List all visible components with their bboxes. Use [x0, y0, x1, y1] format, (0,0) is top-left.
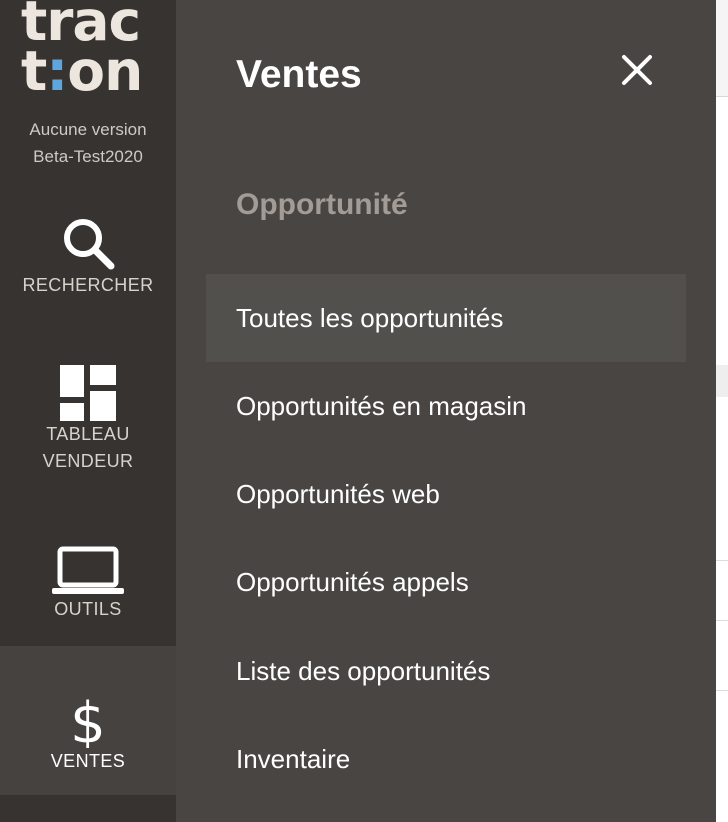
menu-item-liste-des-opportunites[interactable]: Liste des opportunités [206, 627, 686, 715]
close-icon [622, 55, 652, 85]
version-label: Aucune version [29, 120, 147, 139]
sidebar-item-label: RECHERCHER [22, 275, 154, 295]
sidebar-item-label: VENDEUR [42, 451, 134, 471]
panel-title: Ventes [236, 53, 362, 96]
menu-item-toutes-les-opportunites[interactable]: Toutes les opportunités [206, 274, 686, 362]
menu-item-inventaire[interactable]: Inventaire [206, 715, 686, 803]
ventes-menu-panel: Ventes Opportunité Toutes les opportunit… [176, 0, 716, 822]
sidebar-item-label: OUTILS [54, 599, 122, 619]
background-page-row [716, 560, 728, 561]
sidebar-item-tableau-vendeur[interactable]: TABLEAU VENDEUR [0, 365, 176, 490]
background-page [716, 0, 728, 822]
menu-item-opportunites-en-magasin[interactable]: Opportunités en magasin [206, 362, 686, 450]
version-name: Beta-Test2020 [33, 147, 143, 166]
sidebar-rail: trac t:on Aucune version Beta-Test2020 R… [0, 0, 176, 822]
search-icon [64, 219, 115, 270]
laptop-icon [52, 546, 124, 594]
sidebar-item-outils[interactable]: OUTILS [0, 546, 176, 632]
logo-colon: : [46, 39, 68, 103]
close-button[interactable] [617, 50, 657, 90]
sidebar-item-label: TABLEAU [46, 424, 130, 444]
background-page-row [716, 365, 728, 397]
menu-item-opportunites-web[interactable]: Opportunités web [206, 450, 686, 538]
background-page-row [716, 690, 728, 691]
sidebar-item-rechercher[interactable]: RECHERCHER [0, 214, 176, 314]
sidebar-item-ventes[interactable]: $ VENTES [0, 646, 176, 795]
dollar-icon: $ [70, 691, 106, 748]
svg-text:$: $ [70, 691, 106, 748]
section-title: Opportunité [236, 188, 408, 221]
logo-letters-on: on [67, 39, 143, 103]
logo-line-2: t:on [21, 44, 143, 99]
background-page-row [716, 620, 728, 621]
app-logo: trac t:on [0, 0, 176, 108]
menu-item-opportunites-appels[interactable]: Opportunités appels [206, 538, 686, 626]
background-page-header [716, 0, 728, 97]
sidebar-item-label: VENTES [50, 751, 126, 771]
dashboard-icon [60, 365, 116, 421]
logo-letter-t: t [21, 39, 47, 103]
